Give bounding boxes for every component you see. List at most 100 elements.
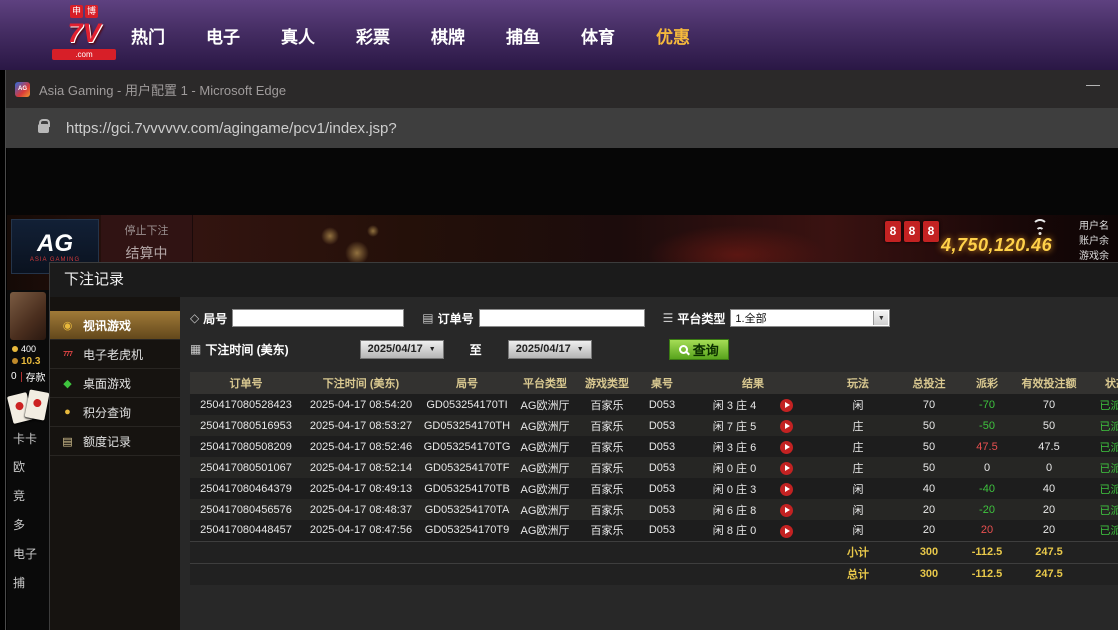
order-input[interactable] [479, 309, 645, 327]
cell-game: 百家乐 [576, 457, 638, 478]
lobby-nav-fragment[interactable]: 卡卡 [13, 430, 37, 447]
cell-time: 2025-04-17 08:52:14 [302, 457, 420, 478]
result-text: 闲 8 庄 0 [713, 525, 756, 537]
date-to-value: 2025/04/17 [516, 343, 571, 355]
round-input[interactable] [232, 309, 404, 327]
cell-valid: 47.5 [1012, 436, 1086, 457]
chevron-down-icon[interactable]: ▼ [873, 311, 888, 325]
cell-result: 闲 0 庄 0 [686, 457, 820, 478]
cell-empty [190, 541, 302, 563]
play-video-icon[interactable] [780, 420, 793, 433]
col-header: 桌号 [638, 372, 686, 394]
cell-game: 百家乐 [576, 478, 638, 499]
cell-payout: 0 [962, 457, 1012, 478]
cell-empty [638, 541, 686, 563]
cell-time: 2025-04-17 08:53:27 [302, 415, 420, 436]
lobby-nav-fragment[interactable]: 电子 [13, 545, 37, 562]
cell-round: GD053254170TB [420, 478, 514, 499]
total-row: 总计300-112.5247.5 [190, 563, 1118, 585]
cell-valid: 70 [1012, 394, 1086, 415]
cell-empty [302, 563, 420, 585]
platform-label: 平台类型 [677, 310, 725, 327]
search-button[interactable]: 查询 [669, 339, 729, 360]
cell-order: 250417080456576 [190, 499, 302, 520]
table-header-row: 订单号下注时间 (美东)局号平台类型游戏类型桌号结果玩法总投注派彩有效投注额状态 [190, 372, 1118, 394]
cell-status: 已派彩 [1086, 415, 1118, 436]
modal-title: 下注记录 [50, 263, 1118, 297]
sidebar-item[interactable]: ●积分查询 [50, 398, 180, 427]
cell-play: 闲 [820, 499, 896, 520]
result-text: 闲 3 庄 4 [713, 400, 756, 412]
deposit-row[interactable]: 0 存款 [11, 369, 46, 384]
play-video-icon[interactable] [780, 525, 793, 538]
points-query-icon: ● [59, 406, 76, 418]
platform-selected-value: 1.全部 [735, 310, 766, 326]
page-content: AG ASIA GAMING 停止下注 结算中 888 4,75 [7, 148, 1118, 630]
cell-payout: 47.5 [962, 436, 1012, 457]
result-text: 闲 6 庄 8 [713, 505, 756, 517]
cell-payout: -20 [962, 499, 1012, 520]
bokeh-light [321, 227, 339, 245]
cell-result: 闲 0 庄 3 [686, 478, 820, 499]
cell-play: 闲 [820, 478, 896, 499]
wifi-icon [1031, 221, 1049, 235]
cell-table_no: D053 [638, 415, 686, 436]
date-to-picker[interactable]: 2025/04/17 ▼ [508, 340, 592, 359]
nav-item[interactable]: 优惠 [656, 23, 690, 48]
lobby-nav-fragment[interactable]: 欧 [13, 458, 25, 475]
nav-item[interactable]: 体育 [581, 23, 615, 48]
nav-item[interactable]: 热门 [131, 23, 165, 48]
site-logo[interactable]: 申 博 7V .com [52, 5, 116, 60]
browser-url-bar[interactable]: https://gci.7vvvvvv.com/agingame/pcv1/in… [6, 108, 1118, 148]
sidebar-item[interactable]: ◉视讯游戏 [50, 311, 180, 340]
cell-play: 庄 [820, 457, 896, 478]
order-icon: ▤ [422, 311, 433, 325]
cell-order: 250417080508209 [190, 436, 302, 457]
play-video-icon[interactable] [780, 462, 793, 475]
nav-item[interactable]: 真人 [281, 23, 315, 48]
col-header: 状态 [1086, 372, 1118, 394]
divider [21, 372, 22, 382]
play-video-icon[interactable] [780, 504, 793, 517]
sidebar-item[interactable]: ◆桌面游戏 [50, 369, 180, 398]
cell-order: 250417080464379 [190, 478, 302, 499]
lobby-nav-fragment[interactable]: 多 [13, 516, 25, 533]
date-from-picker[interactable]: 2025/04/17 ▼ [360, 340, 444, 359]
cell-round: GD053254170T9 [420, 520, 514, 541]
sidebar-item[interactable]: 777电子老虎机 [50, 340, 180, 369]
cell-bet: 20 [896, 520, 962, 541]
jackpot-counter: 4,750,120.46 [941, 235, 1052, 256]
cell-table_no: D053 [638, 394, 686, 415]
play-video-icon[interactable] [780, 399, 793, 412]
nav-item[interactable]: 彩票 [356, 23, 390, 48]
cell-result: 闲 6 庄 8 [686, 499, 820, 520]
bokeh-light [367, 225, 379, 237]
cell-game: 百家乐 [576, 415, 638, 436]
cell-round: GD053254170TI [420, 394, 514, 415]
cell-round: GD053254170TA [420, 499, 514, 520]
logo-suffix: .com [52, 49, 116, 60]
col-header: 下注时间 (美东) [302, 372, 420, 394]
avatar[interactable] [10, 292, 46, 340]
bet-time-label: 下注时间 (美东) [205, 341, 288, 358]
lobby-nav-fragment[interactable]: 竞 [13, 487, 25, 504]
platform-select[interactable]: 1.全部 ▼ [730, 309, 890, 327]
cell-table_no: D053 [638, 499, 686, 520]
lobby-nav-fragment[interactable]: 捕 [13, 574, 25, 591]
window-title: Asia Gaming - 用户配置 1 - Microsoft Edge [39, 80, 286, 99]
play-video-icon[interactable] [780, 483, 793, 496]
cell-empty [576, 541, 638, 563]
order-filter: ▤ 订单号 [422, 309, 644, 327]
browser-title-bar: AG Asia Gaming - 用户配置 1 - Microsoft Edge… [6, 70, 1118, 108]
nav-item[interactable]: 捕鱼 [506, 23, 540, 48]
nav-item[interactable]: 棋牌 [431, 23, 465, 48]
cell-result: 闲 3 庄 6 [686, 436, 820, 457]
sidebar-item[interactable]: ▤额度记录 [50, 427, 180, 456]
url-text[interactable]: https://gci.7vvvvvv.com/agingame/pcv1/in… [66, 120, 397, 137]
table-row: 2504170805082092025-04-17 08:52:46GD0532… [190, 436, 1118, 457]
minimize-button[interactable]: — [1080, 76, 1106, 92]
play-video-icon[interactable] [780, 441, 793, 454]
to-label: 至 [470, 341, 482, 358]
nav-item[interactable]: 电子 [206, 23, 240, 48]
table-row: 2504170805169532025-04-17 08:53:27GD0532… [190, 415, 1118, 436]
